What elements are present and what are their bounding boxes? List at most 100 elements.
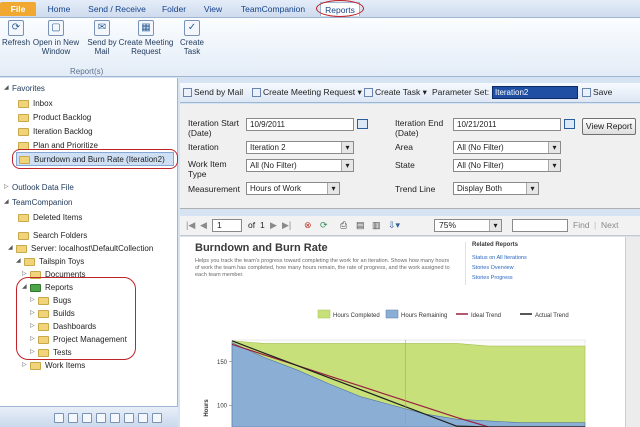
outlook-data-file[interactable]: ▷ Outlook Data File <box>4 181 182 194</box>
collapse-arrow-icon: ◢ <box>16 258 21 265</box>
configure-buttons-icon[interactable] <box>152 413 162 423</box>
mail-icon: ✉ <box>94 20 110 36</box>
save-tool[interactable]: Save <box>582 87 612 98</box>
tasks-icon[interactable] <box>96 413 106 423</box>
meeting-icon <box>252 88 261 98</box>
trend-line-label: Trend Line <box>395 184 436 194</box>
iteration-start-input[interactable]: 10/9/2011 <box>246 118 354 131</box>
iteration-start-label: Iteration Start (Date) <box>188 118 240 138</box>
tab-teamcompanion[interactable]: TeamCompanion <box>236 2 310 16</box>
nav-item-tailspin-toys[interactable]: ◢ Tailspin Toys <box>16 255 194 268</box>
nav-item-inbox[interactable]: Inbox <box>18 97 196 110</box>
find-input[interactable] <box>512 219 568 232</box>
tab-send-receive[interactable]: Send / Receive <box>84 2 150 16</box>
area-select[interactable]: All (No Filter) <box>453 141 561 154</box>
related-link[interactable]: Stories Progress <box>472 275 575 281</box>
teamcompanion-header[interactable]: ◢ TeamCompanion <box>4 196 182 209</box>
meeting-icon: ▦ <box>138 20 154 36</box>
vertical-scrollbar[interactable] <box>625 237 640 427</box>
create-task-button[interactable]: ✓ Create Task <box>176 20 208 56</box>
find-link[interactable]: Find <box>573 220 590 230</box>
report-icon <box>18 127 29 136</box>
calendar-icon[interactable] <box>357 119 368 129</box>
open-in-new-window-button[interactable]: ▢ Open in New Window <box>30 20 82 56</box>
shortcuts-icon[interactable] <box>138 413 148 423</box>
send-by-mail-button[interactable]: ✉ Send by Mail <box>86 20 118 56</box>
measurement-select[interactable]: Hours of Work <box>246 182 340 195</box>
navigation-pane: ◢ Favorites Inbox Product Backlog Iterati… <box>0 78 178 427</box>
calendar-icon[interactable] <box>68 413 78 423</box>
collapse-arrow-icon: ◢ <box>8 245 13 252</box>
state-select[interactable]: All (No Filter) <box>453 159 561 172</box>
y-tick-label: 150 <box>217 360 228 366</box>
refresh-icon: ⟳ <box>8 20 24 36</box>
project-icon <box>24 257 35 266</box>
last-page-icon[interactable]: ▶| <box>282 220 291 231</box>
parameter-panel: Iteration Start (Date) 10/9/2011 Iterati… <box>180 104 640 209</box>
state-label: State <box>395 160 415 170</box>
contacts-icon[interactable] <box>82 413 92 423</box>
export-icon[interactable]: ⇩▾ <box>388 220 400 231</box>
tab-reports[interactable]: Reports <box>316 0 364 17</box>
highlight-circle <box>16 277 136 360</box>
iteration-end-input[interactable]: 10/21/2011 <box>453 118 561 131</box>
next-page-icon[interactable]: ▶ <box>270 220 277 231</box>
iteration-select[interactable]: Iteration 2 <box>246 141 354 154</box>
highlight-circle <box>12 149 178 169</box>
related-link[interactable]: Status on All Iterations <box>472 255 575 261</box>
save-icon <box>582 88 591 98</box>
nav-item-product-backlog[interactable]: Product Backlog <box>18 111 196 124</box>
notes-icon[interactable] <box>110 413 120 423</box>
related-reports-header: Related Reports <box>472 242 519 248</box>
tab-file[interactable]: File <box>0 2 36 16</box>
report-paging-toolbar: |◀ ◀ 1 of 1 ▶ ▶| ⊗ ⟳ ⎙ ▤ ▥ ⇩▾ 75% Find |… <box>180 216 640 236</box>
print-icon[interactable]: ⎙ <box>340 220 347 231</box>
nav-item-work-items[interactable]: ▷ Work Items <box>22 359 200 372</box>
create-task-tool[interactable]: Create Task ▾ <box>364 87 427 98</box>
next-link[interactable]: Next <box>601 220 618 230</box>
refresh-icon[interactable]: ⟳ <box>320 220 328 231</box>
tab-home[interactable]: Home <box>42 2 76 16</box>
calendar-icon[interactable] <box>564 119 575 129</box>
nav-item-iteration-backlog[interactable]: Iteration Backlog <box>18 125 196 138</box>
create-meeting-request-button[interactable]: ▦ Create Meeting Request <box>118 20 174 56</box>
navigation-switcher <box>0 406 178 427</box>
first-page-icon[interactable]: |◀ <box>186 220 195 231</box>
y-axis-label: Hours <box>204 399 210 417</box>
tab-view[interactable]: View <box>198 2 228 16</box>
create-meeting-tool[interactable]: Create Meeting Request ▾ <box>252 87 362 98</box>
parameter-set-select[interactable]: Iteration2 <box>492 86 578 99</box>
tab-folder[interactable]: Folder <box>156 2 192 16</box>
nav-item-deleted-items[interactable]: Deleted Items <box>18 211 196 224</box>
related-link[interactable]: Stories Overview <box>472 265 575 271</box>
expand-arrow-icon: ▷ <box>4 184 9 191</box>
refresh-button[interactable]: ⟳ Refresh <box>2 20 30 47</box>
page-setup-icon[interactable]: ▥ <box>372 220 381 231</box>
trend-line-select[interactable]: Display Both <box>453 182 539 195</box>
favorites-header[interactable]: ◢ Favorites <box>4 82 182 95</box>
search-folder-icon <box>18 231 29 240</box>
nav-item-search-folders[interactable]: Search Folders <box>18 229 196 242</box>
previous-page-icon[interactable]: ◀ <box>200 220 207 231</box>
mail-icon[interactable] <box>54 413 64 423</box>
iteration-end-label: Iteration End (Date) <box>395 118 444 138</box>
legend-label: Hours Remaining <box>401 313 447 319</box>
measurement-label: Measurement <box>188 184 240 194</box>
folder-list-icon[interactable] <box>124 413 134 423</box>
report-description: Helps you track the team's progress towa… <box>195 258 450 279</box>
stop-icon[interactable]: ⊗ <box>304 220 312 231</box>
work-item-type-select[interactable]: All (No Filter) <box>246 159 354 172</box>
page-number-input[interactable]: 1 <box>212 219 242 232</box>
collapse-arrow-icon: ◢ <box>4 199 9 206</box>
ribbon-group-label: Report(s) <box>70 67 104 76</box>
new-window-icon: ▢ <box>48 20 64 36</box>
collapse-arrow-icon: ◢ <box>4 85 9 92</box>
nav-item-server[interactable]: ◢ Server: localhost\DefaultCollection <box>8 242 186 255</box>
view-report-button[interactable]: View Report <box>582 118 636 135</box>
task-icon: ✓ <box>184 20 200 36</box>
send-by-mail-tool[interactable]: Send by Mail <box>183 87 243 98</box>
area-label: Area <box>395 142 413 152</box>
zoom-select[interactable]: 75% <box>434 219 502 232</box>
print-layout-icon[interactable]: ▤ <box>356 220 365 231</box>
page-of-label: of <box>248 220 256 230</box>
